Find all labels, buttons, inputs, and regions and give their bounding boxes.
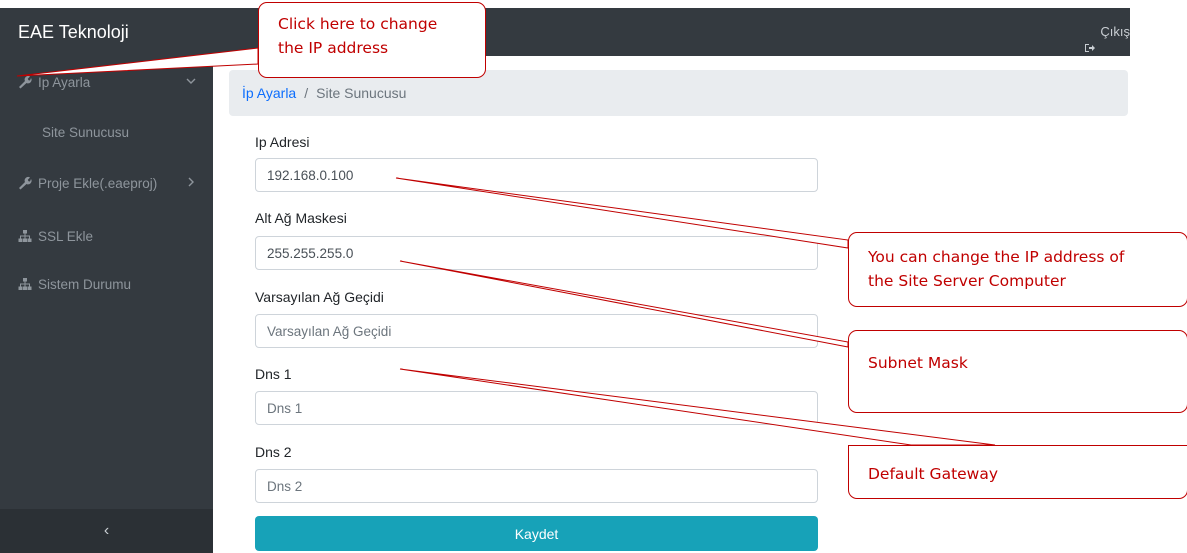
dns2-label: Dns 2 xyxy=(255,444,292,460)
sitemap-icon xyxy=(18,277,32,291)
subnet-mask-label: Alt Ağ Maskesi xyxy=(255,210,347,226)
sitemap-icon xyxy=(18,229,32,243)
ip-address-input[interactable] xyxy=(255,158,818,192)
callout-subnet: Subnet Mask xyxy=(848,330,1187,413)
sidebar-item-label: Sistem Durumu xyxy=(38,276,132,292)
sidebar: Ip Ayarla Site Sunucusu Proje Ekle(.eaep… xyxy=(0,56,213,553)
wrench-icon xyxy=(18,75,32,89)
breadcrumb-link-ip-ayarla[interactable]: İp Ayarla xyxy=(242,85,296,101)
top-navbar: EAE Teknoloji Çıkış xyxy=(0,8,1130,56)
sidebar-item-label: SSL Ekle xyxy=(38,228,94,244)
dns1-label: Dns 1 xyxy=(255,366,292,382)
callout-text: the IP address xyxy=(278,39,389,57)
callout-text: Default Gateway xyxy=(868,465,999,483)
sidebar-item-ssl-ekle[interactable]: SSL Ekle xyxy=(0,216,213,256)
sign-out-icon xyxy=(1084,26,1096,52)
callout-change-ip: Click here to change the IP address xyxy=(258,2,486,78)
callout-gateway: Default Gateway xyxy=(848,445,1187,499)
logout-label: Çıkış xyxy=(1100,24,1130,39)
logout-button[interactable]: Çıkış xyxy=(1084,8,1130,56)
subnet-mask-input[interactable] xyxy=(255,236,818,270)
sidebar-item-label: Site Sunucusu xyxy=(42,124,130,140)
dns1-input[interactable] xyxy=(255,391,818,425)
default-gateway-input[interactable] xyxy=(255,314,818,348)
sidebar-item-label: Ip Ayarla xyxy=(38,74,91,90)
chevron-down-icon xyxy=(185,75,197,87)
callout-ip-server: You can change the IP address of the Sit… xyxy=(848,232,1187,307)
dns2-input[interactable] xyxy=(255,469,818,503)
callout-text: Subnet Mask xyxy=(868,354,968,372)
save-button[interactable]: Kaydet xyxy=(255,516,818,551)
breadcrumb-current: Site Sunucusu xyxy=(316,85,407,101)
callout-text: You can change the IP address of xyxy=(868,248,1125,266)
sidebar-item-ip-ayarla[interactable]: Ip Ayarla xyxy=(0,62,213,102)
brand-title[interactable]: EAE Teknoloji xyxy=(18,8,129,56)
ip-address-label: Ip Adresi xyxy=(255,134,310,150)
breadcrumb-separator: / xyxy=(304,85,309,101)
sidebar-item-proje-ekle[interactable]: Proje Ekle(.eaeproj) xyxy=(0,163,213,203)
chevron-right-icon xyxy=(185,176,197,188)
sidebar-item-label: Proje Ekle(.eaeproj) xyxy=(38,175,158,191)
default-gateway-label: Varsayılan Ağ Geçidi xyxy=(255,289,384,305)
sidebar-item-site-sunucusu[interactable]: Site Sunucusu xyxy=(0,112,213,152)
sidebar-collapse-button[interactable]: ‹ xyxy=(0,509,213,553)
callout-text: the Site Server Computer xyxy=(868,272,1066,290)
sidebar-item-sistem-durumu[interactable]: Sistem Durumu xyxy=(0,264,213,304)
callout-text: Click here to change xyxy=(278,15,438,33)
wrench-icon xyxy=(18,176,32,190)
